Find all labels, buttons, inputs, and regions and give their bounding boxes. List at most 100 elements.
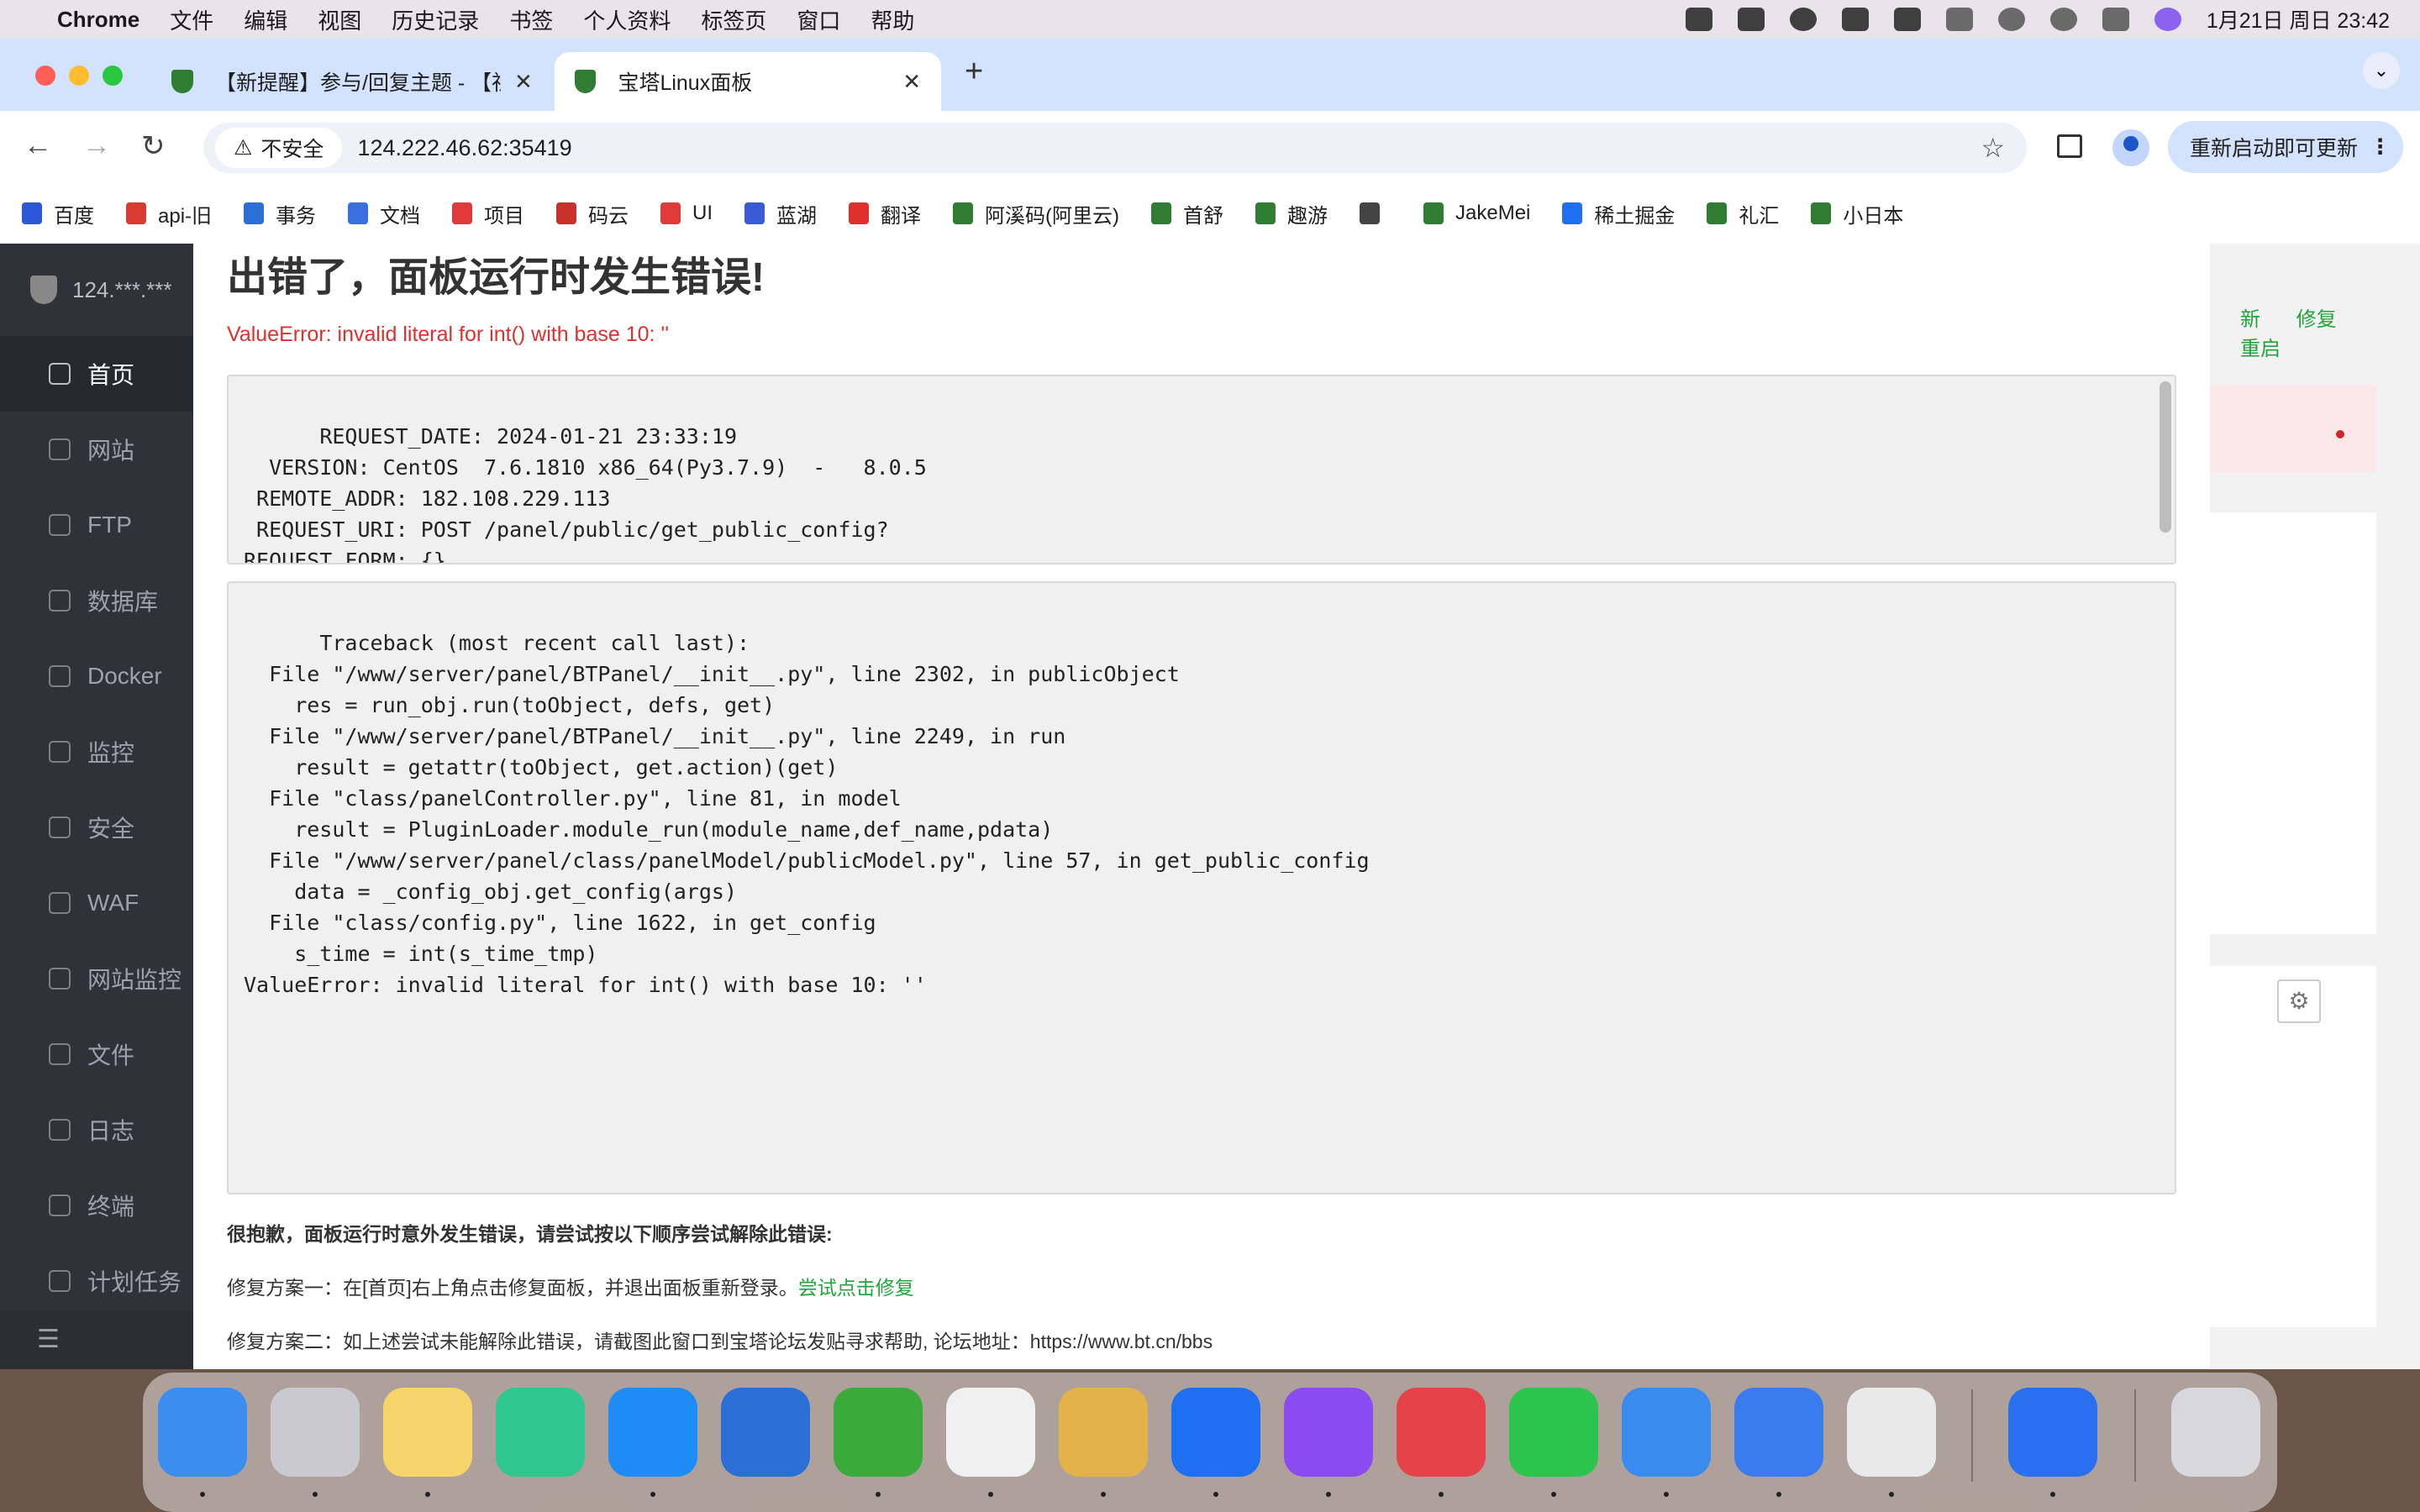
menu-profiles[interactable]: 个人资料: [583, 4, 671, 35]
bookmark-star-icon[interactable]: ☆: [1981, 132, 2005, 164]
hbuilder-icon[interactable]: [834, 1388, 923, 1477]
menubar-clock[interactable]: 1月21日 周日 23:42: [2207, 4, 2390, 34]
textedit-icon[interactable]: [946, 1388, 1035, 1477]
forward-arrow-icon[interactable]: →: [82, 129, 111, 162]
sidebar-item[interactable]: 计划任务: [0, 1243, 193, 1319]
app-store-icon[interactable]: [608, 1388, 697, 1477]
tab-close-icon[interactable]: ✕: [514, 69, 533, 95]
try-repair-link[interactable]: 尝试点击修复: [798, 1277, 914, 1299]
new-tab-button[interactable]: +: [965, 54, 983, 90]
tab-search-chevron-icon[interactable]: ⌄: [2363, 52, 2400, 89]
bookmark-item[interactable]: 稀土掘金: [1562, 199, 1675, 228]
url-text[interactable]: 124.222.46.62:35419: [357, 135, 571, 161]
sidebar-item[interactable]: WAF: [0, 865, 193, 941]
bookmark-item[interactable]: JakeMei: [1423, 202, 1530, 225]
bookmark-item[interactable]: 首舒: [1151, 199, 1223, 228]
update-button-label: 重新启动即可更新: [2190, 137, 2359, 160]
menu-view[interactable]: 视图: [318, 4, 361, 35]
sidebar-item[interactable]: 安全: [0, 790, 193, 865]
chrome-icon[interactable]: [1847, 1388, 1936, 1477]
battery-icon[interactable]: [1945, 8, 1973, 31]
feishu-icon[interactable]: [1622, 1388, 1711, 1477]
tab-baota-panel[interactable]: 宝塔Linux面板 ✕: [555, 52, 941, 111]
spotlight-search-icon[interactable]: [2049, 8, 2077, 31]
request-info-box[interactable]: REQUEST_DATE: 2024-01-21 23:33:19 VERSIO…: [227, 375, 2176, 564]
bookmark-item[interactable]: [1360, 202, 1392, 224]
bookmark-item[interactable]: 礼汇: [1707, 199, 1779, 228]
menu-chrome[interactable]: Chrome: [57, 7, 139, 33]
play-status-icon[interactable]: [1789, 8, 1817, 31]
sidebar-item[interactable]: 文件: [0, 1016, 193, 1092]
control-center-icon[interactable]: [2102, 8, 2129, 31]
mastergo-icon[interactable]: [496, 1388, 585, 1477]
sidebar-item[interactable]: 首页: [0, 336, 193, 412]
app-status-icon[interactable]: [1893, 8, 1921, 31]
bookmark-item[interactable]: 小日本: [1811, 199, 1903, 228]
tab-close-icon[interactable]: ✕: [902, 69, 921, 95]
finder-icon[interactable]: [158, 1388, 247, 1477]
kodi-icon[interactable]: [2008, 1388, 2097, 1477]
traceback-box[interactable]: Traceback (most recent call last): File …: [227, 581, 2176, 1194]
simulator-icon[interactable]: [721, 1388, 810, 1477]
more-vert-icon[interactable]: ⋮: [2370, 134, 2391, 160]
window-zoom-button[interactable]: [103, 66, 123, 86]
profile-avatar[interactable]: [2112, 129, 2149, 166]
update-link[interactable]: 新: [2240, 308, 2260, 331]
window-close-button[interactable]: [35, 66, 55, 86]
trash-icon[interactable]: [2171, 1388, 2260, 1477]
wechat-icon[interactable]: [1509, 1388, 1598, 1477]
tab-forum[interactable]: 【新提醒】参与/回复主题 - 【社 ✕: [151, 52, 553, 111]
window-minimize-button[interactable]: [69, 66, 89, 86]
menu-bookmarks[interactable]: 书签: [509, 4, 553, 35]
menu-tabs[interactable]: 标签页: [701, 4, 766, 35]
bookmark-item[interactable]: 事务: [244, 199, 316, 228]
bookmark-item[interactable]: UI: [660, 202, 713, 225]
reload-icon[interactable]: ↻: [141, 129, 166, 163]
sidebar-item[interactable]: 终端: [0, 1168, 193, 1243]
sidebar-item[interactable]: 监控: [0, 714, 193, 790]
browser-toolbar: ← → ↻ ⚠ 不安全 124.222.46.62:35419 ☆ 重新启动即可…: [0, 111, 2420, 183]
sidebar-item[interactable]: FTP: [0, 487, 193, 563]
bookmark-item[interactable]: 百度: [22, 199, 94, 228]
back-arrow-icon[interactable]: ←: [24, 129, 52, 162]
bookmark-item[interactable]: 文档: [348, 199, 420, 228]
menu-help[interactable]: 帮助: [871, 4, 914, 35]
sequel-pro-icon[interactable]: [1059, 1388, 1148, 1477]
restart-link[interactable]: 重启: [2240, 338, 2281, 360]
launchpad-icon[interactable]: [271, 1388, 360, 1477]
menu-file[interactable]: 文件: [170, 4, 213, 35]
nova-icon[interactable]: [1284, 1388, 1373, 1477]
navicat-icon[interactable]: [1397, 1388, 1486, 1477]
menu-window[interactable]: 窗口: [797, 4, 840, 35]
settings-gear-icon[interactable]: ⚙: [2277, 979, 2321, 1023]
wechat-status-icon[interactable]: [1685, 8, 1712, 31]
notes-pen-icon[interactable]: [1734, 1388, 1823, 1477]
bookmark-item[interactable]: 阿溪码(阿里云): [953, 199, 1119, 228]
menu-edit[interactable]: 编辑: [244, 4, 287, 35]
bookmark-item[interactable]: 项目: [452, 199, 524, 228]
sidebar-item[interactable]: 网站监控: [0, 941, 193, 1016]
update-button[interactable]: 重新启动即可更新 ⋮: [2168, 121, 2403, 173]
bookmark-item[interactable]: 趣游: [1255, 199, 1328, 228]
bookmark-item[interactable]: 码云: [556, 199, 629, 228]
sidebar-item[interactable]: 网站: [0, 412, 193, 487]
notes-status-icon[interactable]: [1841, 8, 1869, 31]
siri-icon[interactable]: [2154, 8, 2181, 31]
sidebar-item[interactable]: 日志: [0, 1092, 193, 1168]
security-warning-chip[interactable]: ⚠ 不安全: [215, 128, 343, 168]
bookmark-item[interactable]: api-旧: [126, 199, 212, 228]
request-info-scrollbar[interactable]: [2160, 381, 2171, 533]
proxy-icon[interactable]: [1171, 1388, 1260, 1477]
side-panel-icon[interactable]: [2057, 134, 2082, 158]
sidebar-item[interactable]: Docker: [0, 638, 193, 714]
collapse-menu-icon[interactable]: ☰: [0, 1310, 193, 1369]
address-bar[interactable]: ⚠ 不安全 124.222.46.62:35419 ☆: [203, 123, 2027, 173]
sidebar-item[interactable]: 数据库: [0, 563, 193, 638]
bookmark-item[interactable]: 蓝湖: [744, 199, 817, 228]
repair-link[interactable]: 修复: [2296, 308, 2337, 331]
feishu-status-icon[interactable]: [1737, 8, 1765, 31]
bookmark-item[interactable]: 翻译: [849, 199, 921, 228]
notes-icon[interactable]: [383, 1388, 472, 1477]
wifi-icon[interactable]: [1997, 8, 2025, 31]
menu-history[interactable]: 历史记录: [392, 4, 479, 35]
